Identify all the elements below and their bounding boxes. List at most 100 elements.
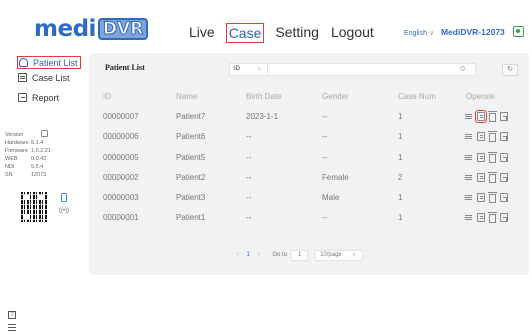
cell-gender: -- bbox=[322, 153, 328, 162]
cell-birth-date: -- bbox=[246, 213, 252, 222]
device-status-icon[interactable] bbox=[513, 26, 524, 37]
delete-icon[interactable] bbox=[488, 192, 497, 203]
search-icon[interactable] bbox=[460, 66, 465, 71]
menu-icon[interactable] bbox=[8, 324, 16, 331]
patient-list-panel: Patient List ID ∨ ↻ ID Name Birth Date Ge… bbox=[89, 53, 529, 275]
current-page[interactable]: 1 bbox=[247, 252, 250, 258]
delete-icon[interactable] bbox=[488, 111, 497, 122]
sidebar-item-label: Patient List bbox=[33, 57, 78, 68]
cell-id: 00000006 bbox=[103, 132, 139, 141]
col-gender: Gender bbox=[322, 92, 349, 101]
table-row: 00000002 Patient2 -- Female 2 bbox=[89, 168, 529, 188]
device-name: MediDVR-12073 bbox=[441, 27, 505, 37]
goto-page-input[interactable]: 1 bbox=[291, 249, 309, 261]
export-icon[interactable] bbox=[500, 153, 508, 162]
view-details-icon[interactable] bbox=[464, 193, 473, 203]
cell-name: Patient2 bbox=[176, 173, 206, 182]
pagination: < 1 > Go to 1 10/page ∨ bbox=[232, 249, 364, 261]
delete-icon[interactable] bbox=[488, 152, 497, 163]
cell-name: Patient1 bbox=[176, 213, 206, 222]
cell-id: 00000005 bbox=[103, 153, 139, 162]
search-field-label: ID bbox=[234, 66, 240, 72]
language-label: English bbox=[404, 30, 427, 37]
info-value: 12073 bbox=[31, 172, 47, 178]
search-field-select[interactable]: ID ∨ bbox=[229, 63, 268, 76]
info-key: Version bbox=[5, 132, 24, 138]
medidvr-logo[interactable]: medi DVR bbox=[34, 16, 149, 42]
col-operate: Operate bbox=[466, 92, 495, 101]
table-row: 00000006 Patient6 -- -- 1 bbox=[89, 127, 529, 147]
cell-birth-date: -- bbox=[246, 173, 252, 182]
panel-title: Patient List bbox=[105, 63, 145, 72]
delete-icon[interactable] bbox=[488, 131, 497, 142]
cell-gender: -- bbox=[322, 213, 328, 222]
col-id: ID bbox=[103, 92, 111, 101]
edit-icon[interactable] bbox=[477, 173, 485, 182]
export-icon[interactable] bbox=[500, 193, 508, 202]
cell-gender: -- bbox=[322, 132, 328, 141]
page-size-label: 10/page bbox=[320, 251, 342, 258]
phone-icon[interactable] bbox=[61, 193, 67, 202]
view-details-icon[interactable] bbox=[464, 213, 473, 223]
cell-case-num: 1 bbox=[398, 132, 403, 141]
row-operations bbox=[464, 172, 508, 183]
export-icon[interactable] bbox=[500, 112, 508, 121]
sidebar-item-label: Report bbox=[32, 92, 60, 103]
row-operations bbox=[464, 110, 508, 123]
next-page-icon[interactable]: > bbox=[257, 252, 261, 258]
sidebar-item-report[interactable]: Report bbox=[18, 91, 59, 104]
edit-icon[interactable] bbox=[477, 213, 485, 222]
cell-gender: -- bbox=[322, 112, 328, 121]
list-icon bbox=[18, 73, 27, 82]
prev-page-icon[interactable]: < bbox=[236, 252, 240, 258]
nav-live[interactable]: Live bbox=[188, 23, 216, 43]
edit-icon[interactable] bbox=[477, 132, 485, 141]
row-operations bbox=[464, 212, 508, 223]
edit-icon[interactable] bbox=[475, 110, 487, 123]
cell-name: Patient3 bbox=[176, 193, 206, 202]
logo-dvr-text: DVR bbox=[97, 18, 149, 40]
table-row: 00000005 Patient5 -- -- 1 bbox=[89, 148, 529, 168]
refresh-button[interactable]: ↻ bbox=[502, 64, 518, 76]
info-value: 0.0.42 bbox=[31, 156, 47, 162]
user-icon bbox=[19, 58, 28, 67]
edit-icon[interactable] bbox=[477, 153, 485, 162]
cell-gender: Female bbox=[322, 173, 349, 182]
info-key: Hardware bbox=[5, 140, 29, 146]
copy-icon[interactable] bbox=[41, 130, 48, 137]
export-icon[interactable] bbox=[500, 132, 508, 141]
nav-case[interactable]: Case bbox=[225, 23, 265, 43]
wifi-icon[interactable]: ((•)) bbox=[59, 208, 69, 214]
language-select[interactable]: English ∨ bbox=[404, 29, 434, 37]
nav-logout[interactable]: Logout bbox=[330, 23, 375, 43]
sidebar-item-case-list[interactable]: Case List bbox=[18, 71, 70, 84]
view-details-icon[interactable] bbox=[464, 173, 473, 183]
help-icon[interactable]: ? bbox=[8, 311, 16, 319]
cell-case-num: 1 bbox=[398, 112, 403, 121]
edit-icon[interactable] bbox=[477, 193, 485, 202]
page-size-select[interactable]: 10/page ∨ bbox=[315, 249, 364, 261]
export-icon[interactable] bbox=[500, 213, 508, 222]
table-row: 00000003 Patient3 -- Male 1 bbox=[89, 188, 529, 208]
delete-icon[interactable] bbox=[488, 172, 497, 183]
table-row: 00000007 Patient7 2023-1-1 -- 1 bbox=[89, 107, 529, 127]
view-details-icon[interactable] bbox=[464, 132, 473, 142]
info-key: Firmware bbox=[5, 148, 28, 154]
search-input[interactable] bbox=[268, 63, 476, 76]
col-name: Name bbox=[176, 92, 198, 101]
qr-code bbox=[21, 192, 47, 222]
export-icon[interactable] bbox=[500, 173, 508, 182]
chevron-down-icon: ∨ bbox=[257, 66, 261, 72]
report-icon bbox=[18, 93, 27, 102]
info-key: NDI bbox=[5, 164, 15, 170]
delete-icon[interactable] bbox=[488, 212, 497, 223]
view-details-icon[interactable] bbox=[464, 153, 473, 163]
sidebar-item-patient-list[interactable]: Patient List bbox=[17, 56, 81, 69]
view-details-icon[interactable] bbox=[464, 112, 473, 122]
cell-id: 00000007 bbox=[103, 112, 139, 121]
info-key: SN bbox=[5, 172, 13, 178]
cell-birth-date: 2023-1-1 bbox=[246, 112, 279, 121]
nav-setting[interactable]: Setting bbox=[274, 23, 320, 43]
device-info: Version Hardware 5.1.4 Firmware 1.0.2.21 W… bbox=[5, 130, 85, 179]
chevron-down-icon: ∨ bbox=[351, 251, 357, 258]
